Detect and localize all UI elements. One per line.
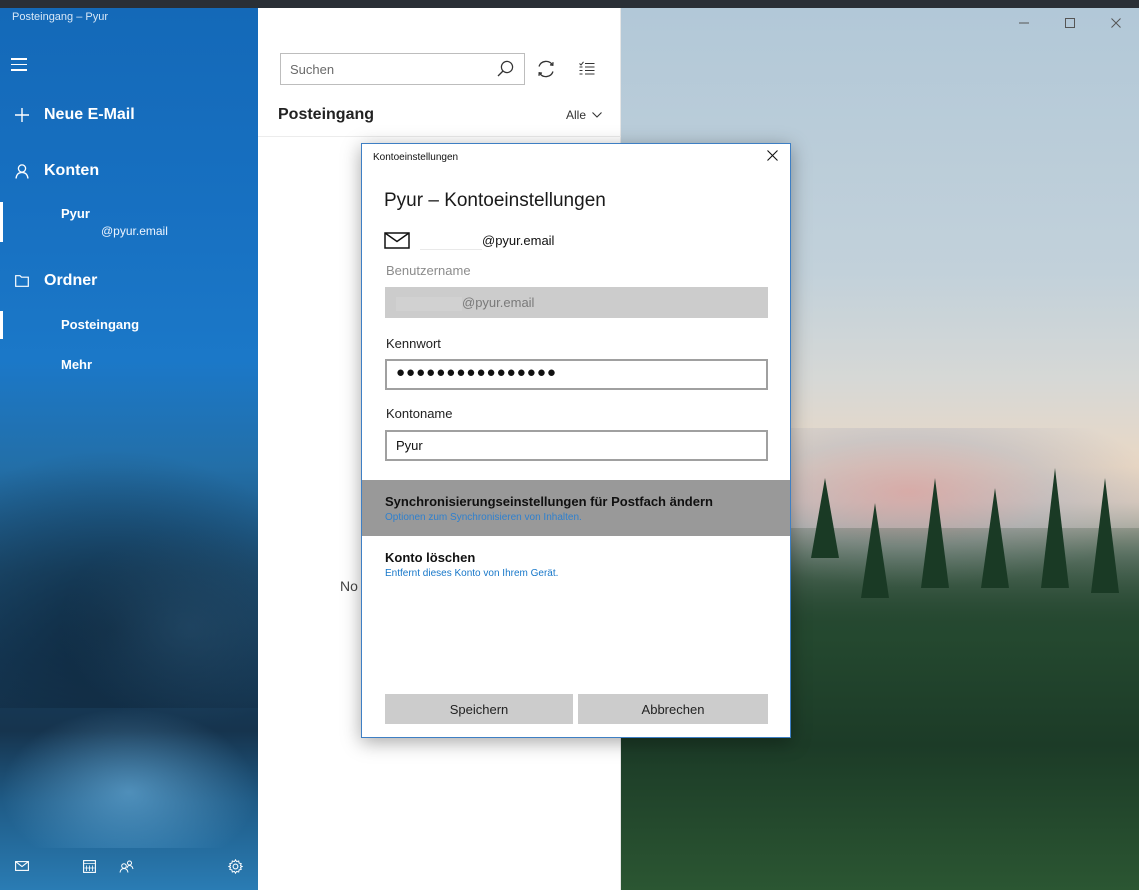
selection-indicator xyxy=(0,202,3,242)
menu-icon[interactable] xyxy=(11,58,27,75)
tree-shape xyxy=(1041,468,1069,588)
password-value: ●●●●●●●●●●●●●●●● xyxy=(396,364,557,381)
navigation-pane: Posteingang – Pyur Neue E-Mail Konten Py… xyxy=(0,8,258,890)
save-button[interactable]: Speichern xyxy=(385,694,573,724)
accounts-header[interactable]: Konten xyxy=(0,156,99,186)
new-mail-button[interactable]: Neue E-Mail xyxy=(0,100,135,130)
folder-item-inbox[interactable]: Posteingang xyxy=(0,311,258,339)
account-item-pyur[interactable]: Pyur @pyur.email xyxy=(0,202,258,242)
tree-shape xyxy=(861,503,889,598)
account-settings-dialog: Kontoeinstellungen Pyur – Kontoeinstellu… xyxy=(361,143,791,738)
folder-label: Posteingang xyxy=(61,317,140,332)
account-name: Pyur xyxy=(61,206,90,221)
background-lake xyxy=(0,708,258,848)
redacted-text xyxy=(61,226,101,237)
sync-settings-option[interactable]: Synchronisierungseinstellungen für Postf… xyxy=(362,480,790,536)
maximize-button[interactable] xyxy=(1047,8,1093,38)
account-name-label: Kontoname xyxy=(386,406,453,421)
username-field: @pyur.email xyxy=(385,287,768,318)
folder-icon xyxy=(0,275,44,287)
close-window-button[interactable] xyxy=(1093,8,1139,38)
dialog-title: Kontoeinstellungen xyxy=(373,152,459,163)
folder-item-more[interactable]: Mehr xyxy=(0,351,258,379)
delete-account-subtitle: Entfernt dieses Konto von Ihrem Gerät. xyxy=(385,568,559,579)
password-label: Kennwort xyxy=(386,336,441,351)
sync-icon[interactable] xyxy=(535,58,557,80)
selection-indicator xyxy=(0,311,3,339)
tree-shape xyxy=(811,478,839,558)
sync-settings-subtitle: Optionen zum Synchronisieren von Inhalte… xyxy=(385,512,582,523)
gear-icon[interactable] xyxy=(219,850,251,882)
account-name-field[interactable]: Pyur xyxy=(385,430,768,461)
accounts-header-label: Konten xyxy=(44,162,100,179)
delete-account-title: Konto löschen xyxy=(385,550,476,565)
redacted-text xyxy=(420,230,482,250)
tree-shape xyxy=(981,488,1009,588)
mail-icon xyxy=(384,231,410,249)
window-title: Posteingang – Pyur xyxy=(12,11,109,23)
folders-header[interactable]: Ordner xyxy=(0,266,97,296)
folder-label: Mehr xyxy=(61,357,93,372)
folder-title: Posteingang xyxy=(278,106,375,123)
username-value: @pyur.email xyxy=(396,295,534,311)
empty-list-message: No xyxy=(340,578,358,594)
sync-settings-title: Synchronisierungseinstellungen für Postf… xyxy=(385,494,713,509)
filter-label: Alle xyxy=(565,108,586,122)
background-mountain xyxy=(60,528,258,728)
username-label: Benutzername xyxy=(386,263,471,278)
window-top-edge xyxy=(0,0,1139,8)
folders-header-label: Ordner xyxy=(44,272,98,289)
minimize-button[interactable] xyxy=(1001,8,1047,38)
tree-shape xyxy=(1091,478,1119,593)
people-icon[interactable] xyxy=(111,850,143,882)
dialog-heading: Pyur – Kontoeinstellungen xyxy=(384,190,606,211)
account-email-suffix: @pyur.email xyxy=(101,224,168,238)
account-email: @pyur.email xyxy=(61,224,168,238)
close-icon[interactable] xyxy=(767,150,778,161)
account-email-suffix: @pyur.email xyxy=(482,232,555,248)
mail-icon[interactable] xyxy=(6,850,38,882)
search-icon[interactable] xyxy=(497,60,514,77)
password-field[interactable]: ●●●●●●●●●●●●●●●● xyxy=(385,359,768,390)
filter-dropdown[interactable]: Alle xyxy=(566,108,602,122)
calendar-icon[interactable] xyxy=(73,850,105,882)
tree-shape xyxy=(921,478,949,588)
search-box[interactable]: Suchen xyxy=(280,53,525,85)
window-controls xyxy=(1001,8,1139,38)
person-icon xyxy=(0,163,44,179)
new-mail-label: Neue E-Mail xyxy=(44,106,135,123)
plus-icon xyxy=(0,108,44,122)
cancel-button[interactable]: Abbrechen xyxy=(578,694,768,724)
account-email-row: @pyur.email xyxy=(384,230,554,250)
redacted-text xyxy=(396,296,462,311)
username-suffix: @pyur.email xyxy=(462,295,535,310)
divider xyxy=(258,136,621,137)
bottom-app-bar xyxy=(0,842,258,890)
selection-mode-icon[interactable] xyxy=(579,61,595,75)
account-name-value: Pyur xyxy=(396,438,423,453)
delete-account-option[interactable]: Konto löschen Entfernt dieses Konto von … xyxy=(362,542,790,586)
chevron-down-icon xyxy=(592,112,602,118)
search-input[interactable]: Suchen xyxy=(290,62,334,77)
